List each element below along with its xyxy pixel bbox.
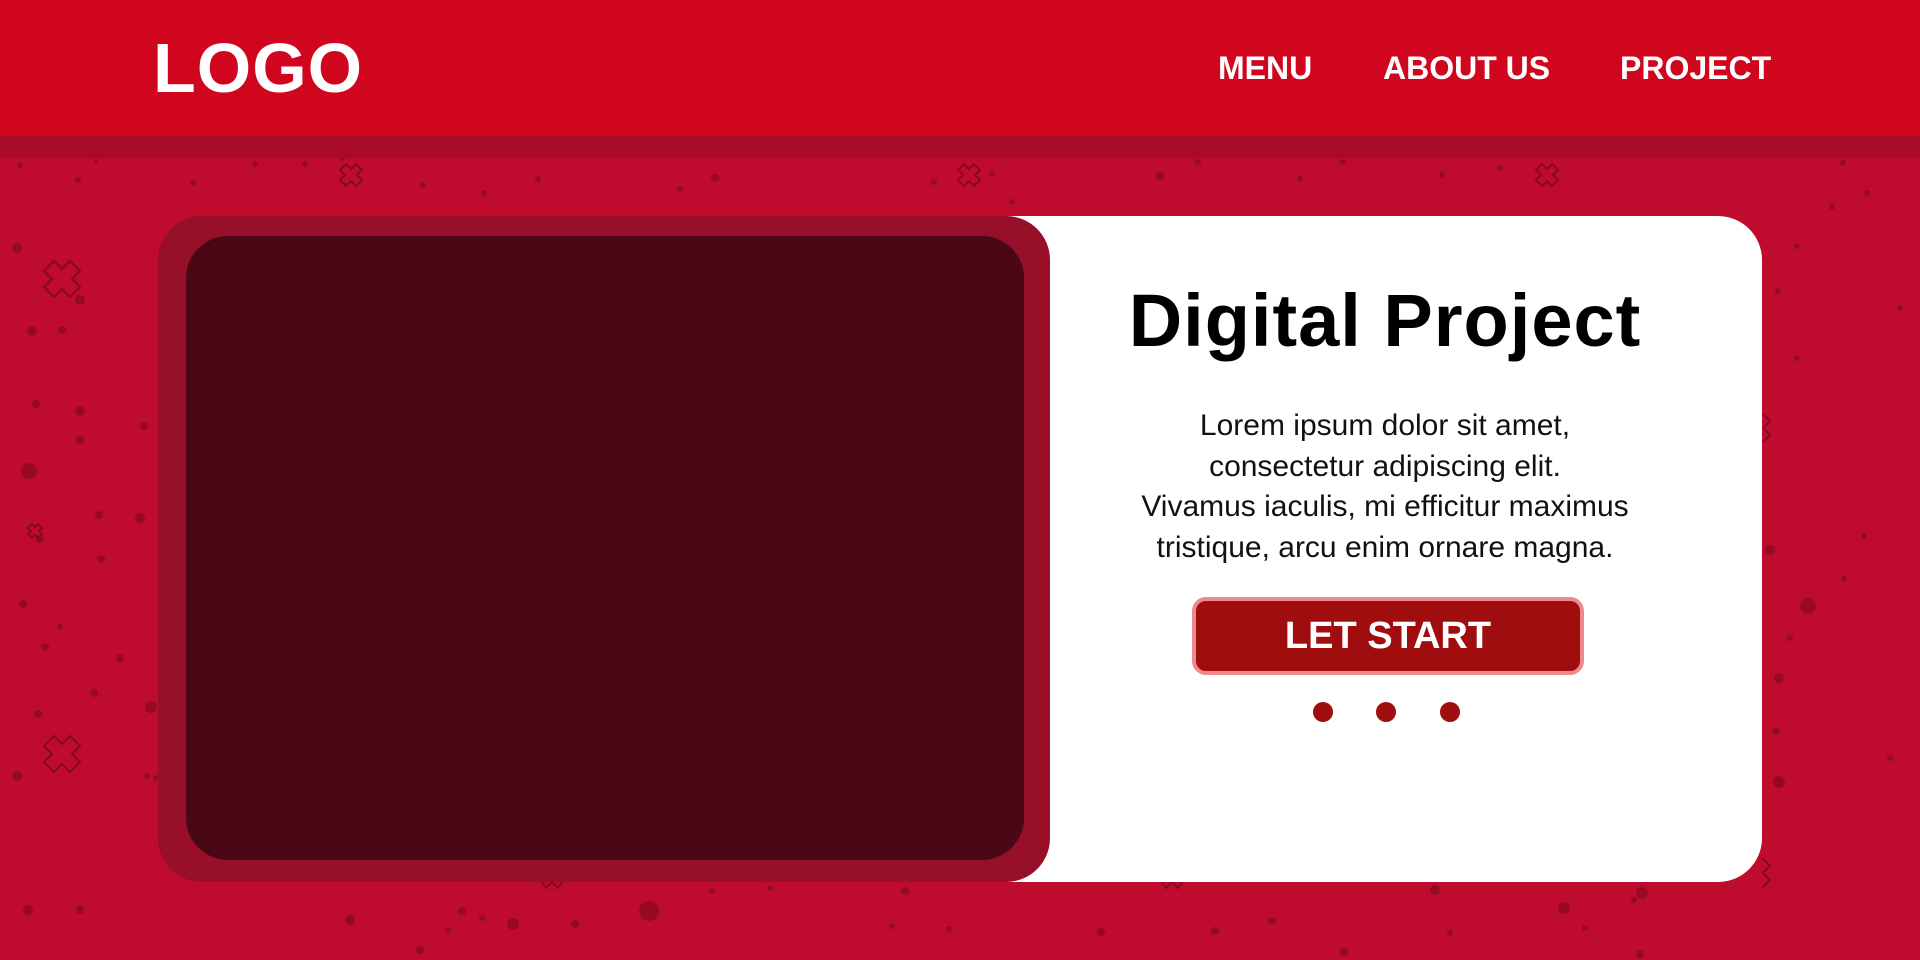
let-start-button[interactable]: LET START bbox=[1192, 597, 1584, 675]
carousel-indicators bbox=[1060, 702, 1710, 722]
media-placeholder bbox=[186, 236, 1024, 860]
carousel-dot-1[interactable] bbox=[1313, 702, 1333, 722]
carousel-dot-3[interactable] bbox=[1440, 702, 1460, 722]
nav-item-project[interactable]: PROJECT bbox=[1620, 48, 1771, 88]
hero-description-line: tristique, arcu enim ornare magna. bbox=[1156, 530, 1614, 564]
header-bar: LOGO MENU ABOUT US PROJECT bbox=[0, 0, 1920, 136]
landing-page: LOGO MENU ABOUT US PROJECT Digital Proje… bbox=[0, 0, 1920, 960]
carousel-dot-2[interactable] bbox=[1376, 702, 1396, 722]
hero-content: Digital Project Lorem ipsum dolor sit am… bbox=[1060, 216, 1710, 882]
hero-description-line: consectetur adipiscing elit. bbox=[1209, 449, 1561, 483]
hero-description: Lorem ipsum dolor sit amet, consectetur … bbox=[1060, 406, 1710, 568]
nav-item-menu[interactable]: MENU bbox=[1218, 48, 1312, 88]
main-nav: MENU ABOUT US PROJECT bbox=[0, 48, 1920, 88]
hero-description-line: Vivamus iaculis, mi efficitur maximus bbox=[1141, 490, 1629, 523]
nav-item-about-us[interactable]: ABOUT US bbox=[1383, 48, 1550, 88]
hero-title: Digital Project bbox=[1128, 279, 1642, 362]
header-shadow-strip bbox=[0, 136, 1920, 158]
hero-description-line: Lorem ipsum dolor sit amet, bbox=[1199, 409, 1571, 442]
